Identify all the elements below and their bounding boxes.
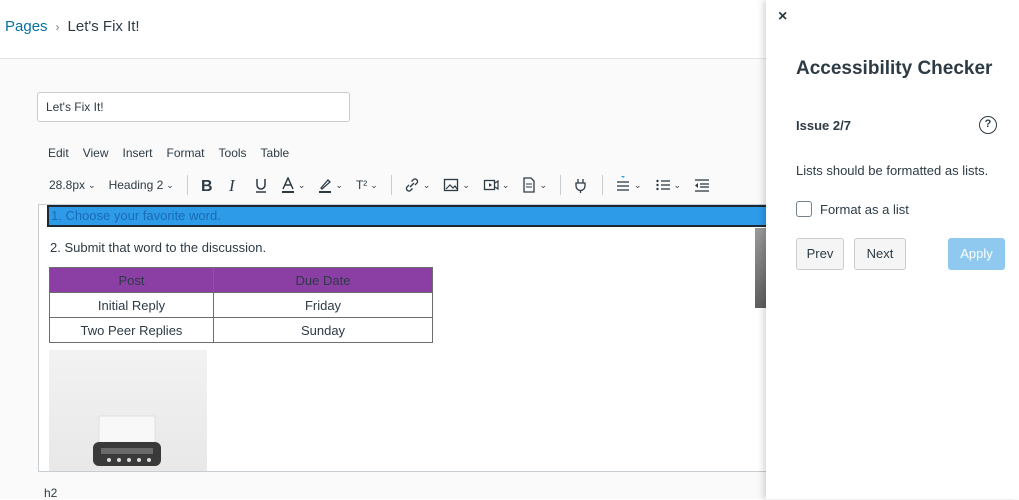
font-size-select[interactable]: 28.8px ⌄ [49,173,96,197]
svg-text:I: I [228,177,236,193]
chevron-down-icon: ⌄ [88,179,96,190]
menu-view[interactable]: View [83,146,109,160]
element-path: h2 [44,486,58,500]
help-icon[interactable]: ? [979,116,997,134]
issue-message: Lists should be formatted as lists. [796,163,989,178]
highlight-color-button[interactable]: ⌄ [318,173,343,197]
bullet-list-icon [655,179,670,191]
toolbar-divider [186,175,188,195]
image-icon [444,178,459,192]
bold-icon: B [201,178,213,193]
format-as-list-checkbox[interactable] [796,201,812,217]
superscript-button[interactable]: T² ⌄ [356,173,378,197]
typewriter-illustration [93,415,161,466]
editor-content[interactable]: 1. Choose your favorite word. 2. Submit … [38,204,766,472]
text-color-button[interactable]: ⌄ [281,173,306,197]
chevron-down-icon: ⌄ [370,179,378,190]
format-as-list-label[interactable]: Format as a list [820,202,909,217]
menu-edit[interactable]: Edit [48,146,69,160]
outdent-icon [695,179,710,192]
breadcrumb-current-page: Let's Fix It! [67,18,140,35]
table-header-row: Post Due Date [49,267,433,293]
document-icon [523,177,536,193]
page-title-input[interactable] [37,92,350,122]
chevron-down-icon: ⌄ [422,179,431,190]
table-cell: Friday [213,292,433,318]
table-header-cell: Due Date [213,267,433,293]
issue-counter: Issue 2/7 [796,118,851,133]
italic-button[interactable]: I [227,173,241,197]
align-button[interactable]: ⌄ [615,173,642,197]
breadcrumb: Pages › Let's Fix It! [5,18,140,35]
link-icon [405,178,418,192]
chevron-down-icon: ⌄ [539,179,547,190]
underline-icon [255,179,266,193]
toolbar-divider [560,175,561,195]
toolbar-divider [390,175,392,195]
chevron-down-icon: ⌄ [673,179,682,190]
underline-button[interactable] [254,173,268,197]
accessibility-checker-panel: × Accessibility Checker Issue 2/7 ? List… [766,0,1019,499]
text-color-icon [281,177,294,193]
font-size-value: 28.8px [49,178,86,192]
link-button[interactable]: ⌄ [404,173,431,197]
svg-text:B: B [201,178,213,193]
superscript-icon: T² [355,178,368,192]
menu-format[interactable]: Format [167,146,205,160]
chevron-down-icon: ⌄ [462,179,470,190]
chevron-down-icon: ⌄ [297,179,306,190]
document-button[interactable]: ⌄ [522,173,547,197]
list-button[interactable]: ⌄ [655,173,682,197]
table-row: Initial Reply Friday [49,292,433,318]
chevron-down-icon: ⌄ [335,179,343,190]
panel-title: Accessibility Checker [796,58,993,79]
table-header-cell: Post [49,267,214,293]
menu-table[interactable]: Table [261,146,290,160]
chevron-down-icon: ⌄ [166,179,174,190]
align-icon [617,176,629,191]
table-row: Two Peer Replies Sunday [49,317,433,343]
next-button[interactable]: Next [854,238,906,270]
highlighter-icon [319,179,332,193]
table-cell: Two Peer Replies [49,317,214,343]
block-format-value: Heading 2 [108,178,164,192]
editor-menubar: Edit View Insert Format Tools Table [48,146,289,160]
menu-insert[interactable]: Insert [122,146,152,160]
toolbar-divider [602,175,603,195]
breadcrumb-separator-icon: › [55,19,60,34]
breadcrumb-pages-link[interactable]: Pages [5,18,48,35]
plug-icon [575,179,586,193]
apps-plugin-button[interactable] [573,173,589,197]
content-line-2: 2. Submit that word to the discussion. [50,240,267,255]
chevron-down-icon: ⌄ [501,179,510,190]
highlighted-list-line[interactable]: 1. Choose your favorite word. [47,205,766,227]
italic-icon: I [228,177,236,193]
typewriter-image [49,350,207,471]
table-cell: Sunday [213,317,433,343]
apply-button[interactable]: Apply [948,238,1005,270]
menu-tools[interactable]: Tools [219,146,247,160]
close-icon[interactable]: × [778,8,787,26]
chevron-down-icon: ⌄ [634,179,642,190]
block-format-select[interactable]: Heading 2 ⌄ [109,173,174,197]
editor-toolbar: 28.8px ⌄ Heading 2 ⌄ B I ⌄ ⌄ T² ⌄ ⌄ ⌄ ⌄ … [49,173,723,197]
outdent-button[interactable] [694,173,710,197]
image-button[interactable]: ⌄ [443,173,470,197]
prev-button[interactable]: Prev [796,238,844,270]
media-button[interactable]: ⌄ [483,173,510,197]
media-icon [483,179,499,191]
table-cell: Initial Reply [49,292,214,318]
partial-image [755,228,766,308]
bold-button[interactable]: B [200,173,214,197]
due-date-table: Post Due Date Initial Reply Friday Two P… [49,267,433,343]
